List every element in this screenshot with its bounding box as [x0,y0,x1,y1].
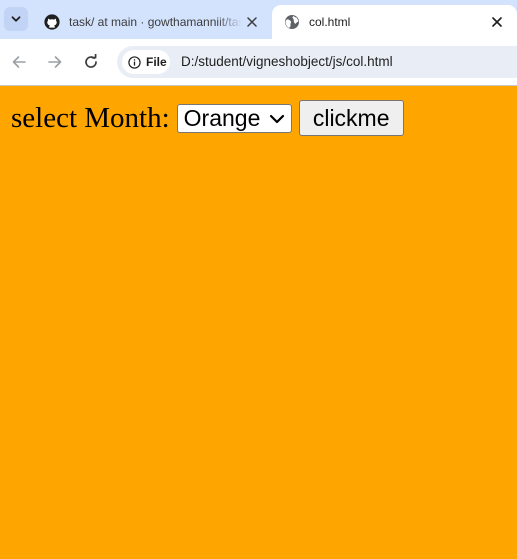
close-icon[interactable] [487,12,507,32]
page-content: select Month: Orange clickme [0,86,517,559]
arrow-left-icon [12,56,26,68]
chevron-down-icon [269,114,284,123]
reload-icon [85,54,97,68]
tab-title: col.html [309,15,351,29]
back-button[interactable] [7,50,31,74]
month-select-value: Orange [183,104,261,131]
forward-button[interactable] [43,50,67,74]
month-select[interactable]: Orange [176,103,292,133]
close-icon[interactable] [242,12,262,32]
month-label: select Month: [11,102,170,134]
site-chip-label: File [146,55,167,69]
site-info-chip[interactable]: File [122,50,170,74]
tab-title: task/ at main · gowthamanniit/task [69,15,242,29]
info-icon [128,55,141,69]
tab-search-button[interactable] [4,7,28,31]
browser-window: task/ at main · gowthamanniit/task col.h… [0,0,517,559]
clickme-button[interactable]: clickme [298,100,404,136]
arrow-right-icon [48,56,62,68]
tab-col-html[interactable]: col.html [272,5,517,39]
browser-toolbar: File D:/student/vigneshobject/js/col.htm… [0,39,517,85]
github-icon [44,14,60,30]
address-bar[interactable]: File D:/student/vigneshobject/js/col.htm… [117,46,517,78]
url-text[interactable]: D:/student/vigneshobject/js/col.html [181,54,393,69]
globe-icon [284,14,300,30]
month-form: select Month: Orange clickme [11,100,404,136]
tab-strip: task/ at main · gowthamanniit/task col.h… [0,0,517,39]
tab-github[interactable]: task/ at main · gowthamanniit/task [34,5,270,39]
reload-button[interactable] [79,50,103,74]
chevron-down-icon [11,16,21,22]
